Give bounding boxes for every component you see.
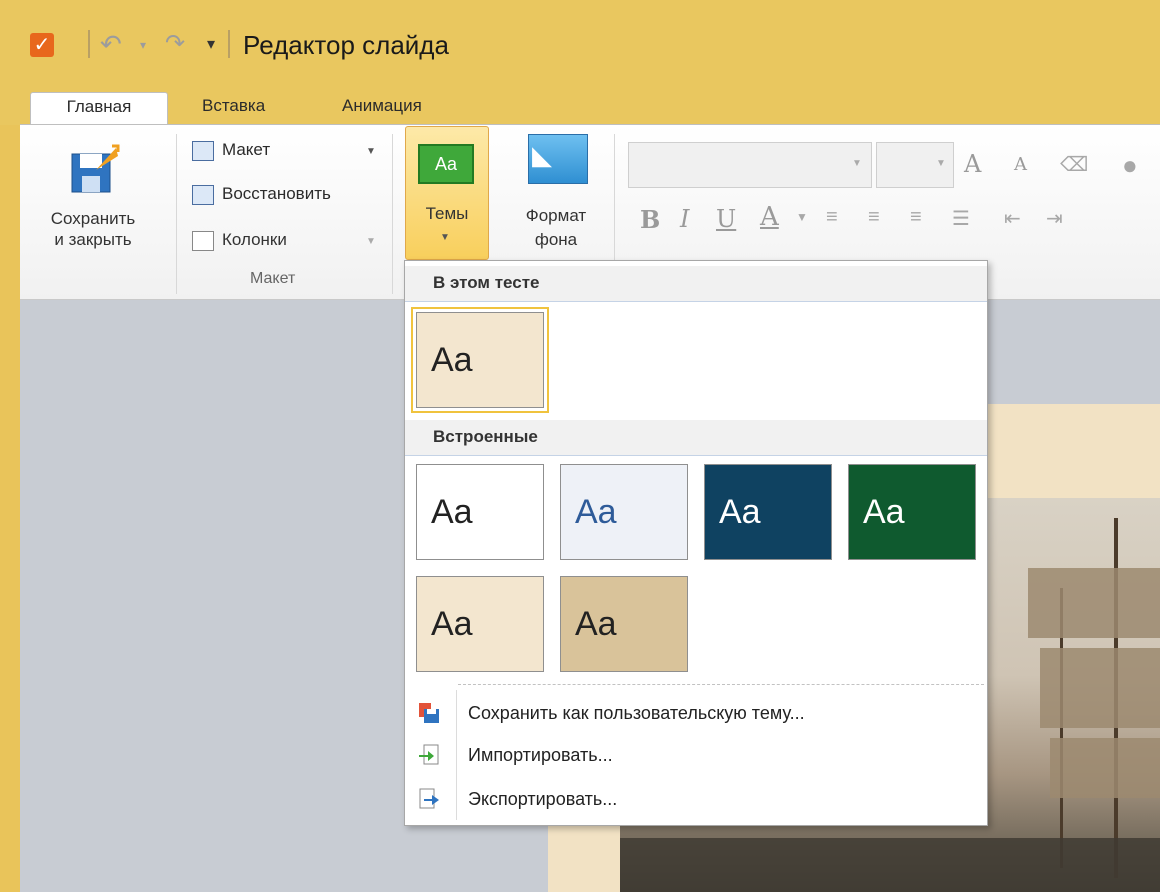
restore-icon bbox=[192, 184, 214, 205]
customize-toolbar-icon[interactable]: ▾ bbox=[207, 34, 215, 54]
background-format-label-1: Формат bbox=[525, 206, 587, 225]
toolbar-separator bbox=[88, 30, 90, 58]
background-format-label-2: фона bbox=[534, 230, 578, 249]
shrink-font-icon[interactable]: A bbox=[1014, 154, 1027, 175]
clear-format-icon[interactable]: ⌫ bbox=[1060, 152, 1088, 177]
layout-icon bbox=[192, 140, 214, 161]
theme-thumbnail[interactable]: Aa bbox=[416, 464, 544, 560]
font-color-dropdown-icon[interactable]: ▼ bbox=[796, 210, 808, 224]
tab-bar bbox=[0, 80, 1160, 125]
columns-dropdown-icon[interactable]: ▼ bbox=[366, 236, 376, 247]
save-theme-icon bbox=[419, 703, 439, 723]
themes-icon: Aa bbox=[418, 144, 474, 184]
toolbar-separator bbox=[228, 30, 230, 58]
font-family-dropdown-icon[interactable]: ▼ bbox=[852, 158, 862, 169]
font-size-dropdown-icon[interactable]: ▼ bbox=[936, 158, 946, 169]
save-close-icon[interactable] bbox=[68, 144, 120, 196]
menu-separator bbox=[458, 684, 984, 685]
decrease-indent-icon[interactable]: ⇤ bbox=[1004, 206, 1021, 231]
align-right-icon[interactable]: ≡ bbox=[910, 206, 922, 229]
bold-icon[interactable]: B bbox=[640, 205, 660, 234]
section-header-builtin: Встроенные bbox=[405, 420, 987, 456]
redo-icon[interactable]: ↷ bbox=[165, 30, 185, 58]
restore-label: Восстановить bbox=[222, 184, 331, 203]
theme-thumbnail[interactable]: Aa bbox=[704, 464, 832, 560]
export-icon bbox=[419, 788, 439, 809]
font-family-combo[interactable] bbox=[628, 142, 872, 188]
undo-dropdown-icon[interactable]: ▾ bbox=[140, 38, 146, 52]
save-close-label-1: Сохранить bbox=[50, 209, 136, 228]
paint-bucket-icon: ◣ bbox=[532, 140, 552, 170]
app-checkbox-icon[interactable]: ✓ bbox=[30, 33, 54, 57]
italic-icon[interactable]: I bbox=[680, 205, 689, 233]
tab-animation[interactable]: Анимация bbox=[330, 92, 434, 125]
save-close-button[interactable]: Сохранить и закрыть bbox=[40, 208, 146, 250]
theme-thumbnail[interactable]: Aa bbox=[560, 576, 688, 672]
themes-dropdown-icon: ▼ bbox=[440, 232, 450, 243]
menu-item-label: Сохранить как пользовательскую тему... bbox=[468, 703, 805, 723]
undo-icon[interactable]: ↶ bbox=[100, 30, 122, 58]
theme-thumbnail-current[interactable]: Aa bbox=[411, 307, 549, 413]
link-icon[interactable]: ● bbox=[1122, 150, 1138, 181]
columns-button[interactable]: Колонки bbox=[192, 228, 287, 252]
menu-item-label: Импортировать... bbox=[468, 745, 613, 765]
tab-insert[interactable]: Вставка bbox=[190, 92, 277, 125]
tab-home[interactable]: Главная bbox=[30, 92, 168, 125]
section-header-current: В этом тесте bbox=[405, 266, 987, 302]
menu-item-label: Экспортировать... bbox=[468, 789, 618, 809]
menu-item-import[interactable]: Импортировать... bbox=[406, 734, 986, 776]
group-label-layout: Макет bbox=[250, 270, 296, 287]
bullets-icon[interactable]: ☰ bbox=[952, 206, 970, 231]
group-separator bbox=[392, 134, 393, 294]
background-format-button[interactable]: Формат фона bbox=[508, 204, 604, 252]
group-separator bbox=[176, 134, 177, 294]
theme-thumbnail[interactable]: Aa bbox=[848, 464, 976, 560]
align-left-icon[interactable]: ≡ bbox=[826, 206, 838, 229]
layout-label: Макет bbox=[222, 140, 271, 159]
themes-label: Темы bbox=[425, 204, 469, 223]
columns-label: Колонки bbox=[222, 230, 287, 249]
increase-indent-icon[interactable]: ⇥ bbox=[1046, 206, 1063, 231]
menu-item-save-custom-theme[interactable]: Сохранить как пользовательскую тему... bbox=[406, 692, 986, 734]
align-center-icon[interactable]: ≡ bbox=[868, 206, 880, 229]
underline-icon[interactable]: U bbox=[716, 205, 736, 233]
theme-thumbnail[interactable]: Aa bbox=[416, 576, 544, 672]
window-title: Редактор слайда bbox=[243, 30, 449, 60]
restore-button[interactable]: Восстановить bbox=[192, 182, 331, 206]
theme-thumbnail[interactable]: Aa bbox=[560, 464, 688, 560]
menu-item-export[interactable]: Экспортировать... bbox=[406, 778, 986, 820]
layout-dropdown-icon[interactable]: ▼ bbox=[366, 146, 376, 157]
save-close-label-2: и закрыть bbox=[54, 230, 132, 249]
grow-font-icon[interactable]: A bbox=[964, 150, 981, 178]
font-color-icon[interactable]: A bbox=[760, 202, 779, 232]
import-icon bbox=[419, 744, 439, 765]
layout-button[interactable]: Макет bbox=[192, 138, 270, 162]
columns-icon bbox=[192, 230, 214, 251]
